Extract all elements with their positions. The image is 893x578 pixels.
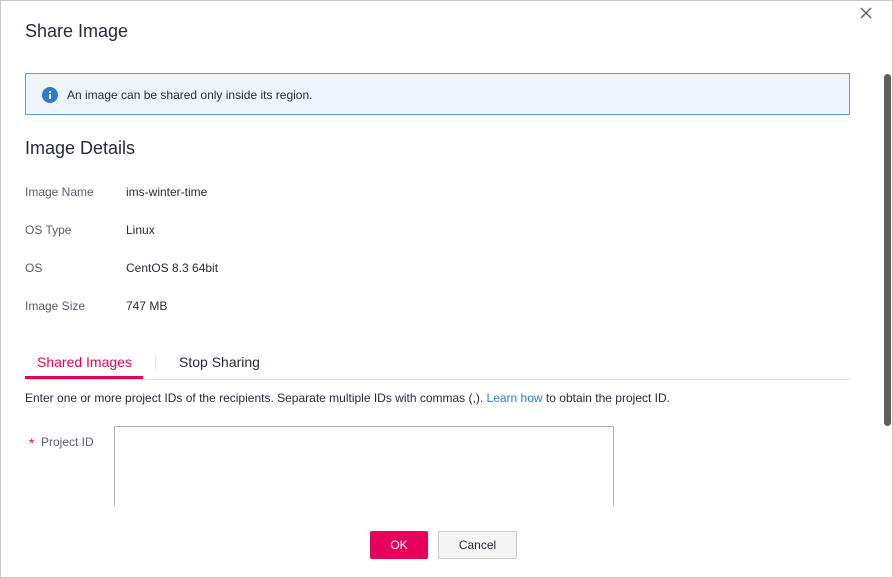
project-id-input[interactable] — [114, 426, 614, 506]
share-tabs: Shared Images Stop Sharing — [25, 352, 851, 380]
detail-label: OS — [25, 261, 43, 275]
dialog-scrollbar[interactable] — [884, 74, 891, 426]
detail-value: CentOS 8.3 64bit — [126, 261, 219, 275]
ok-button[interactable]: OK — [370, 531, 428, 559]
hint-text: Enter one or more project IDs of the rec… — [25, 391, 484, 405]
detail-label: Image Size — [25, 299, 86, 313]
active-tab-indicator — [25, 376, 143, 379]
project-id-hint: Enter one or more project IDs of the rec… — [25, 391, 670, 405]
info-icon — [42, 87, 58, 103]
image-details-heading: Image Details — [25, 138, 136, 158]
project-id-label: Project ID — [41, 435, 94, 449]
tab-divider — [155, 356, 156, 370]
close-icon[interactable] — [858, 5, 874, 21]
share-image-dialog: Share Image An image can be shared only … — [0, 0, 893, 578]
cancel-button[interactable]: Cancel — [438, 531, 517, 559]
tab-stop-sharing[interactable]: Stop Sharing — [179, 354, 260, 370]
detail-value: Linux — [126, 223, 155, 237]
tab-shared-images[interactable]: Shared Images — [37, 354, 132, 370]
notice-text: An image can be shared only inside its r… — [67, 88, 313, 102]
detail-label: Image Name — [25, 185, 94, 199]
region-notice: An image can be shared only inside its r… — [25, 73, 850, 115]
hint-text-end: to obtain the project ID. — [545, 391, 670, 405]
detail-value: 747 MB — [126, 299, 168, 313]
detail-value: ims-winter-time — [126, 185, 208, 199]
learn-how-link[interactable]: Learn how — [487, 391, 543, 405]
dialog-title: Share Image — [25, 21, 129, 41]
required-mark: * — [29, 435, 35, 451]
detail-label: OS Type — [25, 223, 72, 237]
